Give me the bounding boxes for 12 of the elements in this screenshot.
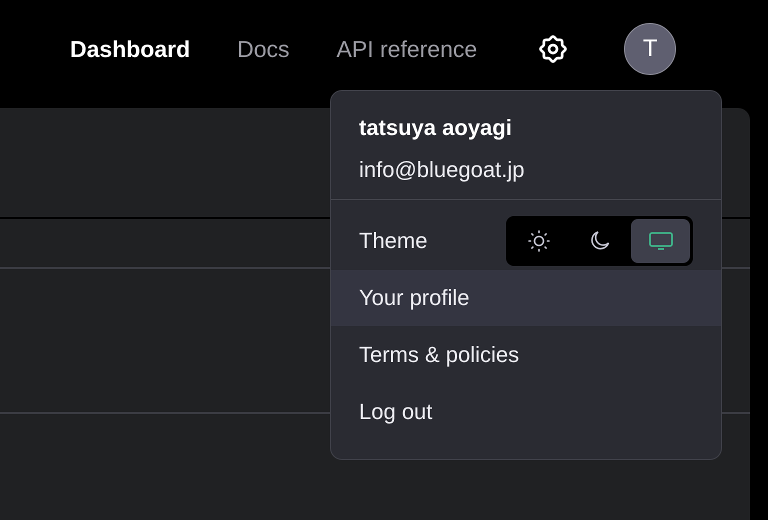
nav-link[interactable]: Dashboard	[70, 36, 190, 62]
user-email: info@bluegoat.jp	[358, 157, 526, 183]
nav-link[interactable]: Docs	[237, 36, 290, 62]
nav-link[interactable]: API reference	[336, 36, 478, 62]
menu-item[interactable]: Log out	[331, 384, 721, 440]
avatar[interactable]: T	[624, 23, 676, 75]
menu-item[interactable]: Your profile	[331, 270, 721, 326]
theme-label: Theme	[359, 228, 428, 254]
sun-icon	[526, 228, 550, 252]
user-name: tatsuya aoyagi	[358, 115, 513, 141]
menu-item[interactable]: Terms & policies	[331, 327, 721, 383]
theme-option[interactable]	[631, 218, 690, 262]
